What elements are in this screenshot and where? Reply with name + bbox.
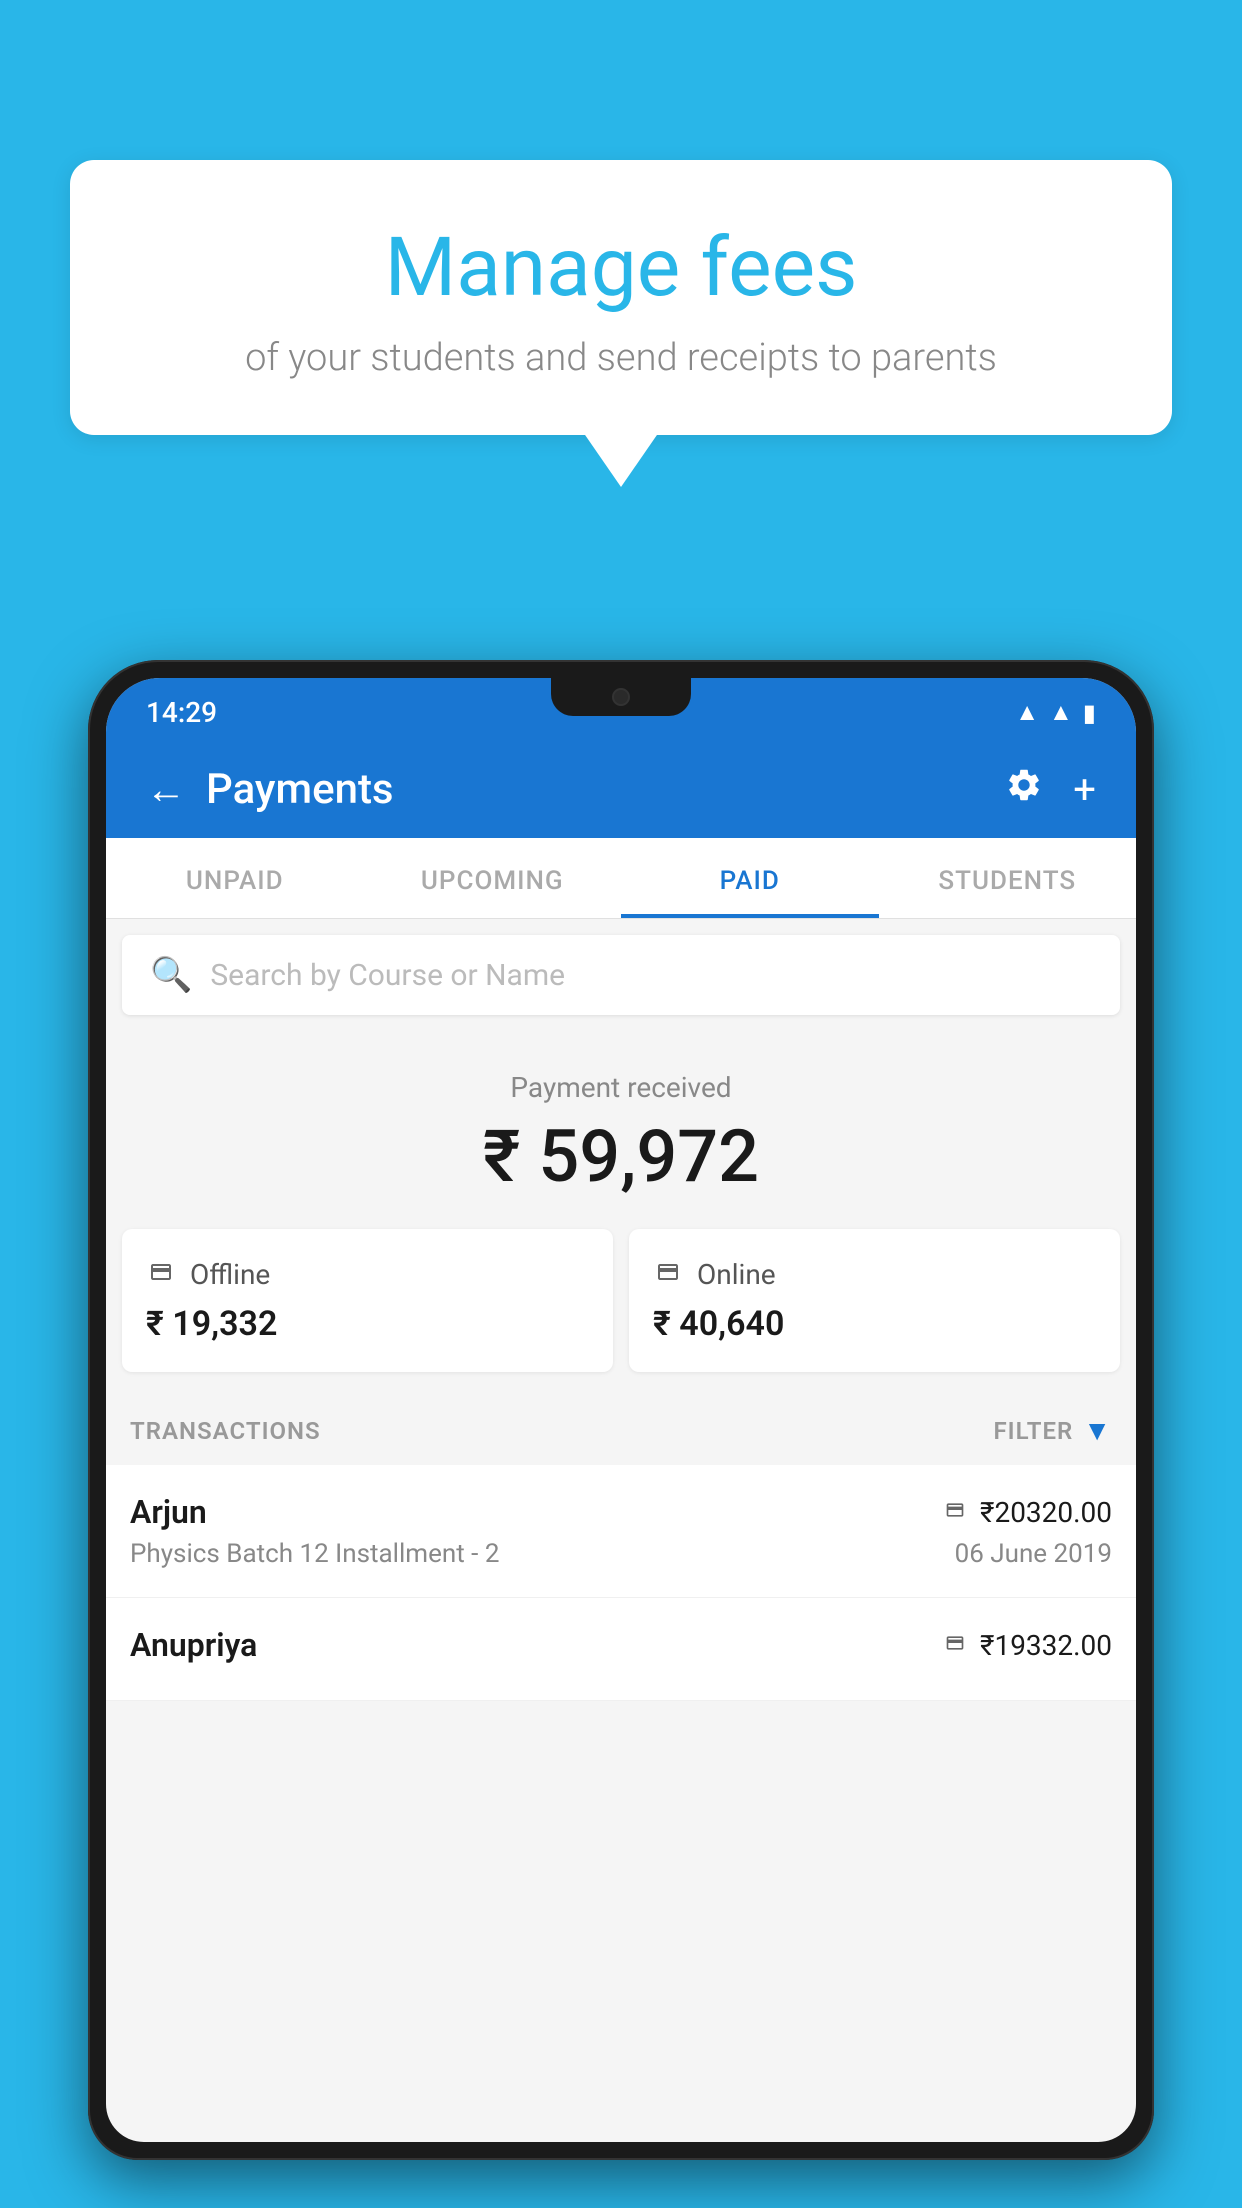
transaction-date: 06 June 2019 [955, 1539, 1112, 1569]
status-time: 14:29 [146, 696, 217, 729]
payment-type-icon [942, 1497, 968, 1527]
phone-device: 14:29 ▲ ▲ ▮ ← Payments [88, 660, 1154, 2160]
page-title: Payments [206, 765, 394, 814]
course-name: Physics Batch 12 Installment - 2 [130, 1539, 499, 1569]
offline-card-top: Offline [146, 1257, 589, 1292]
payment-label: Payment received [126, 1071, 1116, 1104]
transactions-label: TRANSACTIONS [130, 1417, 321, 1445]
transaction-amount: ₹20320.00 [942, 1496, 1112, 1529]
transactions-header: TRANSACTIONS FILTER ▼ [106, 1396, 1136, 1465]
payment-type-icon [942, 1630, 968, 1660]
filter-label: FILTER [993, 1417, 1073, 1445]
phone-notch [551, 678, 691, 716]
filter-button[interactable]: FILTER ▼ [993, 1414, 1112, 1447]
battery-icon: ▮ [1083, 699, 1096, 727]
transaction-amount: ₹19332.00 [942, 1629, 1112, 1662]
wifi-icon: ▲ [1015, 698, 1039, 727]
filter-icon: ▼ [1083, 1414, 1112, 1447]
tab-unpaid[interactable]: UNPAID [106, 838, 364, 918]
content-area: 🔍 Search by Course or Name Payment recei… [106, 919, 1136, 1701]
back-button[interactable]: ← [146, 766, 186, 813]
status-icons: ▲ ▲ ▮ [1015, 698, 1096, 727]
phone-wrapper: 14:29 ▲ ▲ ▮ ← Payments [88, 660, 1154, 2208]
transaction-row2: Physics Batch 12 Installment - 2 06 June… [130, 1539, 1112, 1569]
tabs-bar: UNPAID UPCOMING PAID STUDENTS [106, 838, 1136, 919]
search-placeholder: Search by Course or Name [210, 958, 565, 993]
amount-value: ₹19332.00 [980, 1629, 1112, 1662]
tab-paid[interactable]: PAID [621, 838, 879, 918]
signal-icon: ▲ [1049, 698, 1073, 727]
search-bar[interactable]: 🔍 Search by Course or Name [122, 935, 1120, 1015]
amount-value: ₹20320.00 [980, 1496, 1112, 1529]
transaction-row1: Arjun ₹20320.00 [130, 1493, 1112, 1531]
transaction-row1: Anupriya ₹19332.00 [130, 1626, 1112, 1664]
offline-amount: ₹ 19,332 [146, 1304, 589, 1344]
payment-cards: Offline ₹ 19,332 Online ₹ 40,640 [122, 1229, 1120, 1372]
online-card-top: Online [653, 1257, 1096, 1292]
transaction-item[interactable]: Arjun ₹20320.00 Physics Batch 12 Install… [106, 1465, 1136, 1598]
app-header: ← Payments + [106, 741, 1136, 838]
header-left: ← Payments [146, 765, 394, 814]
add-button[interactable]: + [1073, 766, 1096, 813]
payment-summary: Payment received ₹ 59,972 [106, 1031, 1136, 1229]
speech-bubble-title: Manage fees [120, 220, 1122, 316]
speech-bubble-container: Manage fees of your students and send re… [70, 160, 1172, 435]
student-name: Arjun [130, 1493, 207, 1531]
online-amount: ₹ 40,640 [653, 1304, 1096, 1344]
student-name: Anupriya [130, 1626, 257, 1664]
offline-label: Offline [190, 1258, 270, 1291]
settings-icon[interactable] [1005, 766, 1043, 814]
search-icon: 🔍 [150, 955, 192, 995]
speech-bubble-subtitle: of your students and send receipts to pa… [120, 336, 1122, 380]
status-bar: 14:29 ▲ ▲ ▮ [106, 678, 1136, 741]
online-icon [653, 1257, 683, 1292]
online-card: Online ₹ 40,640 [629, 1229, 1120, 1372]
speech-bubble: Manage fees of your students and send re… [70, 160, 1172, 435]
phone-screen: 14:29 ▲ ▲ ▮ ← Payments [106, 678, 1136, 2142]
offline-card: Offline ₹ 19,332 [122, 1229, 613, 1372]
tab-upcoming[interactable]: UPCOMING [364, 838, 622, 918]
payment-total-amount: ₹ 59,972 [126, 1114, 1116, 1199]
tab-students[interactable]: STUDENTS [879, 838, 1137, 918]
transaction-item[interactable]: Anupriya ₹19332.00 [106, 1598, 1136, 1701]
offline-icon [146, 1257, 176, 1292]
camera-dot [612, 688, 630, 706]
header-right: + [1005, 766, 1096, 814]
online-label: Online [697, 1258, 776, 1291]
